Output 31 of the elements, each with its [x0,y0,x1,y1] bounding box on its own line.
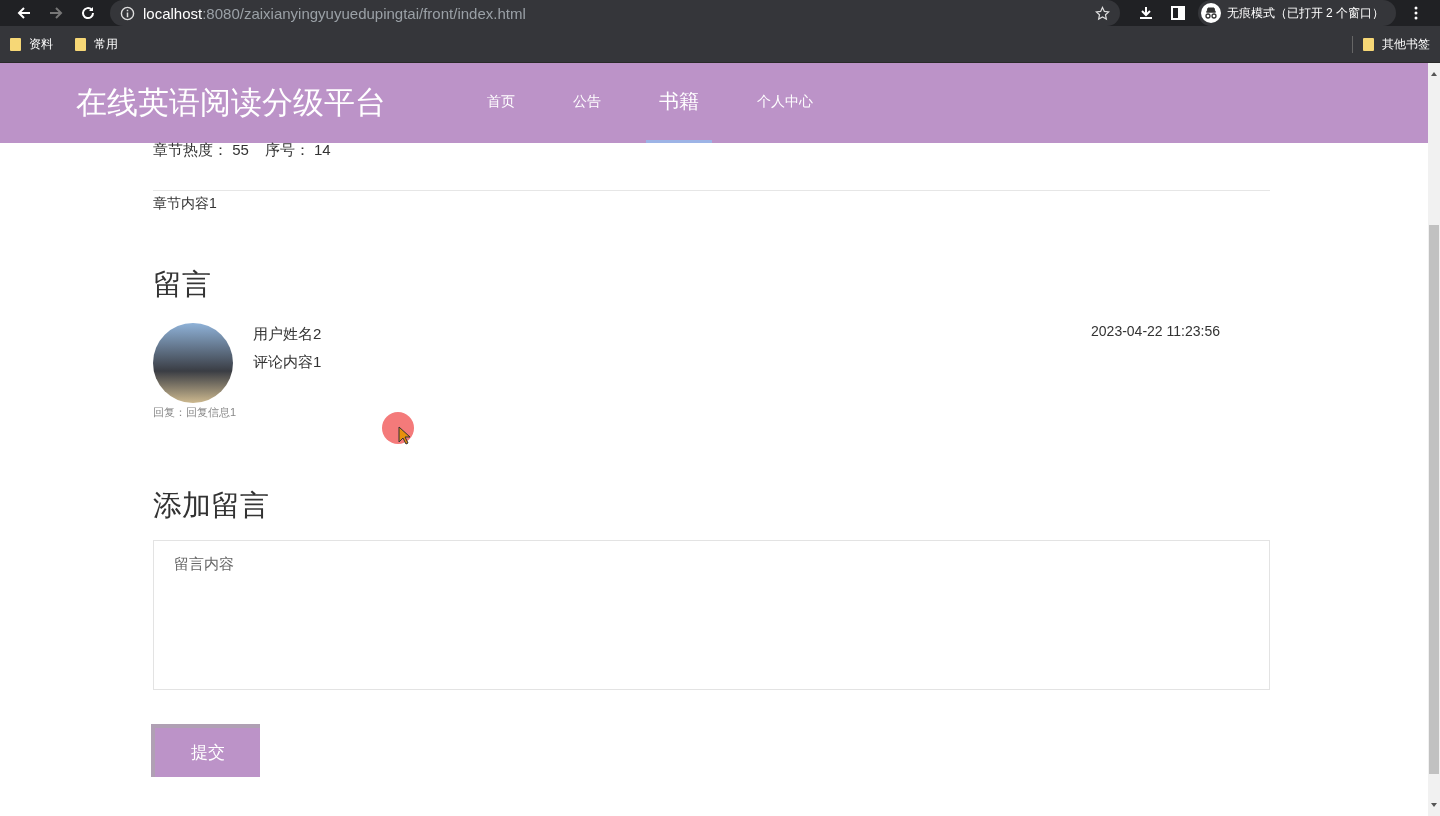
comments-heading: 留言 [153,267,212,302]
address-bar[interactable]: localhost:8080/zaixianyingyuyuedupingtai/front/index.html [110,0,1120,26]
nav-link[interactable]: 首页 [458,63,544,143]
chapter-meta: 章节热度： 55 [153,142,249,158]
chapter-content: 章节内容1 [153,195,218,213]
nav-link[interactable]: 书籍 [646,63,712,143]
back-icon[interactable] [16,5,32,21]
incognito-badge[interactable]: 无痕模式（已打开 2 个窗口） [1197,0,1396,26]
incognito-icon [1200,3,1221,23]
chapter-meta: 序号： 14 [264,142,331,158]
nav-link[interactable]: 个人中心 [728,63,842,143]
add-comment-heading: 添加留言 [153,488,270,523]
bookmark-folder[interactable]: 资料 [10,35,53,53]
reload-icon[interactable] [80,5,96,21]
comment-time: 2023-04-22 11:23:56 [1091,323,1220,339]
reply-text: 回复：回复信息1 [153,405,238,420]
info-icon [120,5,135,21]
site-title[interactable]: 在线英语阅读分级平台 [76,82,458,124]
side-panel-icon[interactable] [1169,5,1186,21]
scrollbar[interactable] [1428,63,1440,816]
comment-input-field[interactable]: 留言内容 [153,540,1270,690]
star-icon[interactable] [1094,5,1110,21]
comment-author: 用户姓名2 [253,325,323,344]
other-bookmarks[interactable]: 其他书签 [1352,35,1430,53]
forward-icon[interactable] [48,5,64,21]
nav-link[interactable]: 公告 [544,63,630,143]
submit-button[interactable]: 提交 [151,724,260,777]
bookmark-folder[interactable]: 常用 [75,35,118,53]
url-text: localhost:8080/zaixianyingyuyuedupingtai/front/index.html [143,4,527,22]
download-icon[interactable] [1137,5,1154,21]
comment-text: 评论内容1 [253,353,323,372]
